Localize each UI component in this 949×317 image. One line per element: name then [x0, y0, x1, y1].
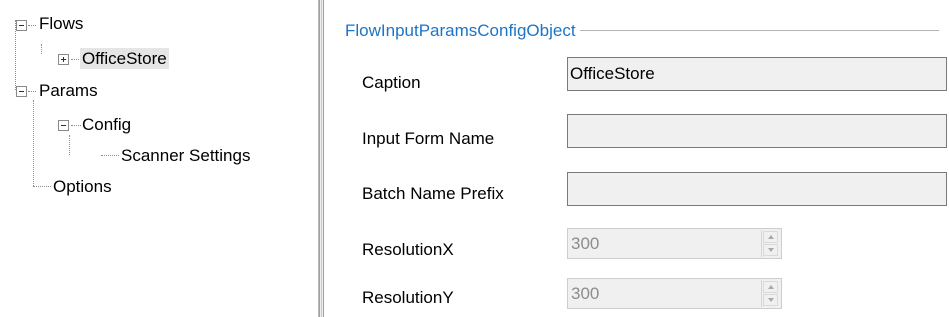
- tree-item-config[interactable]: Config: [80, 114, 133, 135]
- resolution-y-spinner[interactable]: 300: [567, 278, 782, 309]
- resolution-x-spinner[interactable]: 300: [567, 228, 782, 259]
- input-form-name-field[interactable]: [567, 114, 947, 148]
- resolution-x-label: ResolutionX: [362, 240, 454, 259]
- chevron-up-icon: [768, 285, 774, 289]
- resolution-x-down-button[interactable]: [763, 244, 778, 256]
- tree-item-params[interactable]: Params: [37, 80, 100, 101]
- navigation-tree[interactable]: Flows OfficeStore Params Config Scanner …: [0, 0, 318, 317]
- group-title: FlowInputParamsConfigObject: [345, 20, 580, 41]
- tree-line-flows: [28, 25, 36, 26]
- panel-splitter[interactable]: [319, 0, 324, 317]
- tree-line-scanner: [101, 155, 119, 156]
- batch-name-prefix-label: Batch Name Prefix: [362, 184, 504, 203]
- resolution-y-down-button[interactable]: [763, 294, 778, 306]
- tree-line-flows-child: [41, 44, 42, 54]
- properties-panel: FlowInputParamsConfigObject Caption Offi…: [325, 0, 949, 317]
- chevron-up-icon: [768, 235, 774, 239]
- resolution-y-up-button[interactable]: [763, 281, 778, 293]
- collapse-flows-icon[interactable]: [16, 20, 27, 31]
- batch-name-prefix-field[interactable]: [567, 172, 947, 206]
- chevron-down-icon: [768, 248, 774, 252]
- tree-item-scanner-settings[interactable]: Scanner Settings: [119, 145, 252, 166]
- tree-item-officestore[interactable]: OfficeStore: [80, 48, 169, 69]
- chevron-down-icon: [768, 298, 774, 302]
- tree-line-options: [33, 186, 51, 187]
- tree-item-options[interactable]: Options: [51, 176, 114, 197]
- collapse-config-icon[interactable]: [58, 120, 69, 131]
- input-form-name-label: Input Form Name: [362, 129, 495, 148]
- caption-field[interactable]: OfficeStore: [567, 57, 947, 91]
- tree-item-flows[interactable]: Flows: [37, 13, 85, 34]
- resolution-y-value: 300: [571, 284, 600, 303]
- resolution-x-up-button[interactable]: [763, 231, 778, 243]
- resolution-x-value: 300: [571, 234, 600, 253]
- resolution-x-spin-buttons: [761, 230, 779, 257]
- resolution-y-label: ResolutionY: [362, 288, 454, 307]
- tree-line-config: [69, 135, 70, 155]
- collapse-params-icon[interactable]: [16, 86, 27, 97]
- resolution-y-spin-buttons: [761, 280, 779, 307]
- tree-line-root-lower: [33, 100, 34, 186]
- expand-officestore-icon[interactable]: [58, 54, 69, 65]
- caption-label: Caption: [362, 73, 421, 92]
- tree-line-params: [28, 91, 36, 92]
